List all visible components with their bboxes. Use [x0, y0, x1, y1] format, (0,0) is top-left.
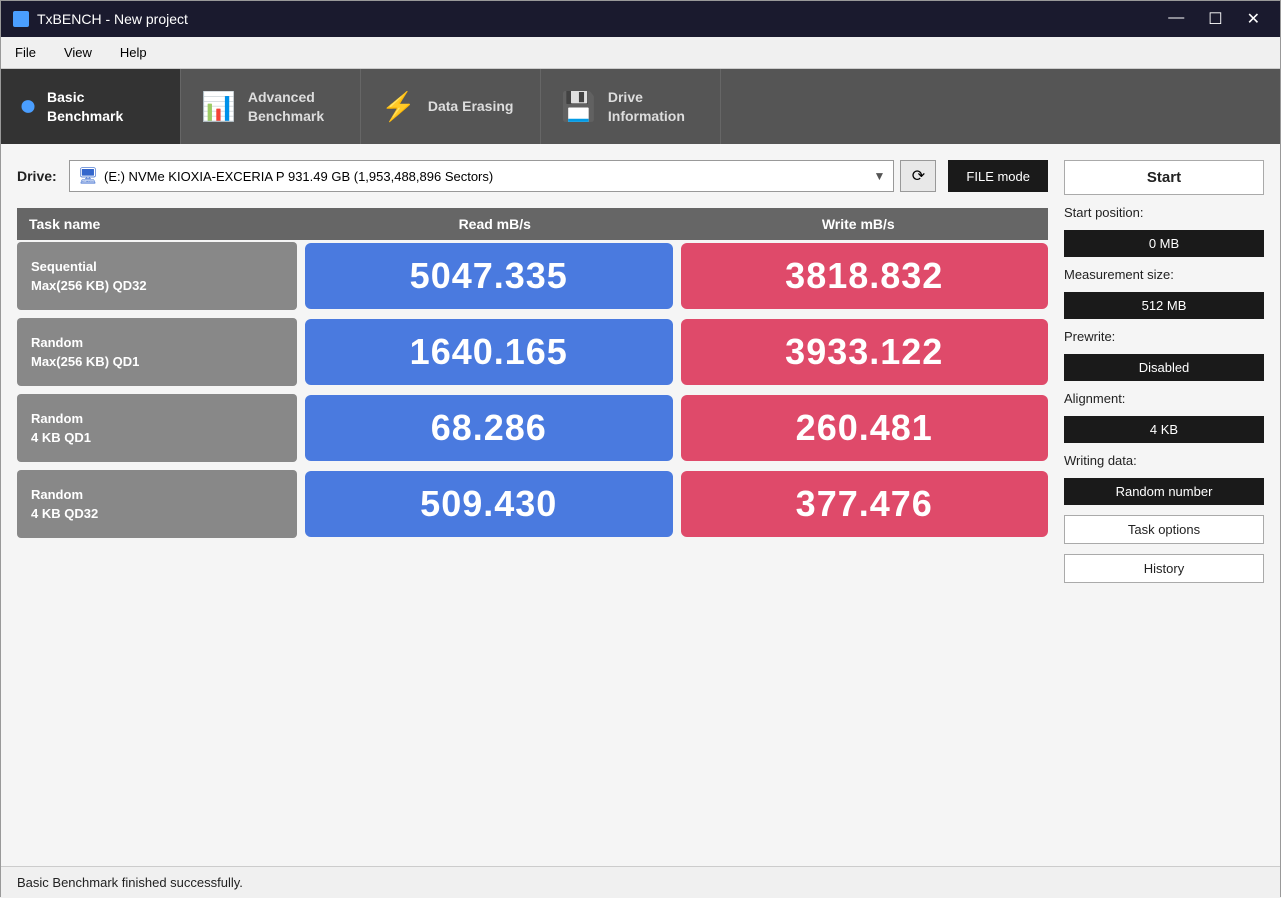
writing-data-label: Writing data: [1064, 453, 1264, 468]
task-name-random-256-qd1: RandomMax(256 KB) QD1 [17, 318, 297, 386]
col-write: Write mB/s [681, 216, 1037, 232]
table-row: Random4 KB QD32 509.430 377.476 [17, 470, 1048, 538]
measurement-size-value[interactable]: 512 MB [1064, 292, 1264, 319]
task-label-random-256-qd1: RandomMax(256 KB) QD1 [31, 333, 139, 372]
read-value-random-256-qd1: 1640.165 [305, 319, 673, 385]
tab-data-erasing[interactable]: ⚡ Data Erasing [361, 69, 541, 144]
tab-advanced-benchmark[interactable]: 📊 AdvancedBenchmark [181, 69, 361, 144]
history-button[interactable]: History [1064, 554, 1264, 583]
start-button[interactable]: Start [1064, 160, 1264, 195]
status-text: Basic Benchmark finished successfully. [17, 875, 243, 890]
close-button[interactable]: ✕ [1239, 7, 1268, 31]
start-position-value[interactable]: 0 MB [1064, 230, 1264, 257]
tab-data-erasing-label: Data Erasing [428, 97, 514, 115]
table-header: Task name Read mB/s Write mB/s [17, 208, 1048, 240]
tab-basic-benchmark-label: BasicBenchmark [47, 88, 123, 124]
title-bar-left: TxBENCH - New project [13, 11, 188, 27]
task-name-sequential: SequentialMax(256 KB) QD32 [17, 242, 297, 310]
drive-row: Drive: 🖥 (E:) NVMe KIOXIA-EXCERIA P 931.… [17, 160, 1048, 192]
task-label-sequential: SequentialMax(256 KB) QD32 [31, 257, 147, 296]
prewrite-label: Prewrite: [1064, 329, 1264, 344]
drive-information-icon: 💾 [561, 90, 596, 123]
writing-data-value[interactable]: Random number [1064, 478, 1264, 505]
table-row: SequentialMax(256 KB) QD32 5047.335 3818… [17, 242, 1048, 310]
menu-file[interactable]: File [9, 43, 42, 62]
tab-advanced-benchmark-label: AdvancedBenchmark [248, 88, 324, 124]
file-mode-button[interactable]: FILE mode [948, 160, 1048, 192]
write-value-random-256-qd1: 3933.122 [681, 319, 1049, 385]
basic-benchmark-icon: ⏺ [21, 90, 35, 123]
content-area: Drive: 🖥 (E:) NVMe KIOXIA-EXCERIA P 931.… [1, 144, 1280, 866]
read-value-random-4kb-qd1: 68.286 [305, 395, 673, 461]
table-row: RandomMax(256 KB) QD1 1640.165 3933.122 [17, 318, 1048, 386]
measurement-size-label: Measurement size: [1064, 267, 1264, 282]
refresh-button[interactable]: ⟳ [900, 160, 936, 192]
task-options-button[interactable]: Task options [1064, 515, 1264, 544]
task-name-random-4kb-qd1: Random4 KB QD1 [17, 394, 297, 462]
prewrite-value[interactable]: Disabled [1064, 354, 1264, 381]
data-erasing-icon: ⚡ [381, 90, 416, 123]
drive-select[interactable]: 🖥 (E:) NVMe KIOXIA-EXCERIA P 931.49 GB (… [69, 160, 895, 192]
advanced-benchmark-icon: 📊 [201, 90, 236, 123]
drive-device-icon: 🖥 [78, 166, 98, 186]
alignment-label: Alignment: [1064, 391, 1264, 406]
drive-selected-value: (E:) NVMe KIOXIA-EXCERIA P 931.49 GB (1,… [104, 169, 493, 184]
start-position-label: Start position: [1064, 205, 1264, 220]
task-label-random-4kb-qd1: Random4 KB QD1 [31, 409, 91, 448]
tab-drive-information[interactable]: 💾 DriveInformation [541, 69, 721, 144]
col-read: Read mB/s [317, 216, 673, 232]
write-value-sequential: 3818.832 [681, 243, 1049, 309]
drive-label: Drive: [17, 168, 57, 184]
sidebar: Start Start position: 0 MB Measurement s… [1064, 160, 1264, 850]
title-bar: TxBENCH - New project — ☐ ✕ [1, 1, 1280, 37]
drive-select-container: 🖥 (E:) NVMe KIOXIA-EXCERIA P 931.49 GB (… [69, 160, 937, 192]
task-name-random-4kb-qd32: Random4 KB QD32 [17, 470, 297, 538]
chevron-down-icon: ▼ [874, 169, 886, 183]
col-task-name: Task name [29, 216, 309, 232]
menu-help[interactable]: Help [114, 43, 153, 62]
menu-view[interactable]: View [58, 43, 98, 62]
status-bar: Basic Benchmark finished successfully. [1, 866, 1280, 898]
maximize-button[interactable]: ☐ [1200, 7, 1230, 31]
tab-bar: ⏺ BasicBenchmark 📊 AdvancedBenchmark ⚡ D… [1, 69, 1280, 144]
write-value-random-4kb-qd1: 260.481 [681, 395, 1049, 461]
table-row: Random4 KB QD1 68.286 260.481 [17, 394, 1048, 462]
alignment-value[interactable]: 4 KB [1064, 416, 1264, 443]
window-title: TxBENCH - New project [37, 11, 188, 27]
drive-select-inner: 🖥 (E:) NVMe KIOXIA-EXCERIA P 931.49 GB (… [78, 166, 494, 186]
window-controls[interactable]: — ☐ ✕ [1160, 7, 1268, 31]
write-value-random-4kb-qd32: 377.476 [681, 471, 1049, 537]
main-panel: Drive: 🖥 (E:) NVMe KIOXIA-EXCERIA P 931.… [17, 160, 1048, 850]
tab-drive-information-label: DriveInformation [608, 88, 685, 124]
task-label-random-4kb-qd32: Random4 KB QD32 [31, 485, 98, 524]
read-value-random-4kb-qd32: 509.430 [305, 471, 673, 537]
read-value-sequential: 5047.335 [305, 243, 673, 309]
menu-bar: File View Help [1, 37, 1280, 69]
tab-basic-benchmark[interactable]: ⏺ BasicBenchmark [1, 69, 181, 144]
app-icon [13, 11, 29, 27]
minimize-button[interactable]: — [1160, 7, 1192, 31]
